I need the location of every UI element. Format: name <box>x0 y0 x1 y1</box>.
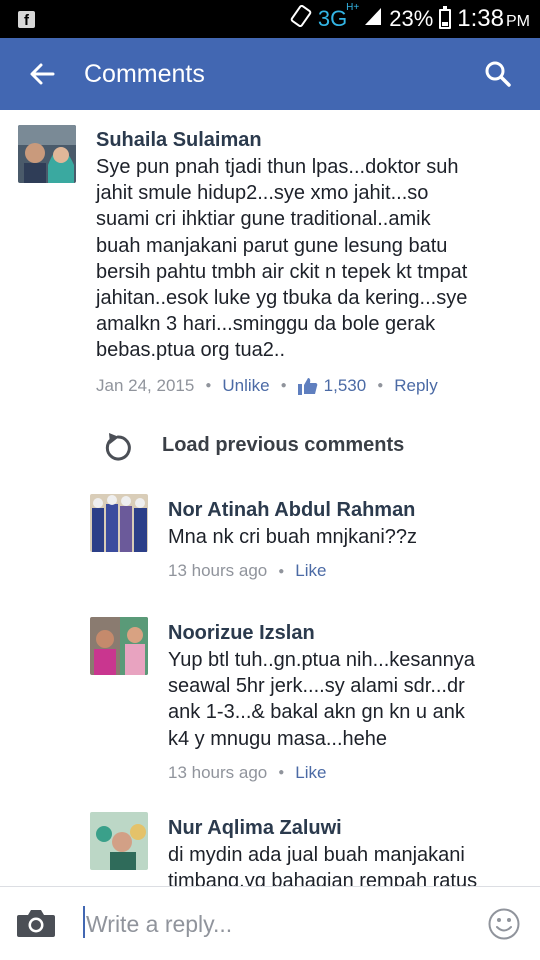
text-line: jahit smule hidup2...sye xmo jahit...so <box>96 182 429 205</box>
text-line: seawal 5hr jerk....sy alami sdr...dr <box>168 675 465 698</box>
comment-text: Mna nk cri buah mnjkani??z <box>168 524 528 550</box>
battery-icon <box>439 6 452 29</box>
comment-meta: Jan 24, 2015 ● Unlike ● 1,530 ● Reply <box>96 376 526 396</box>
separator-dot: ● <box>278 565 285 577</box>
comment-meta: 13 hours ago ● Like <box>168 561 528 581</box>
text-line: Mna nk cri buah mnjkani??z <box>168 526 418 548</box>
smiley-icon <box>488 908 520 940</box>
comment-body: Nur Aqlima Zaluwi di mydin ada jual buah… <box>168 815 528 886</box>
text-line: Sye pun pnah tjadi thun lpas...doktor su… <box>96 156 459 178</box>
separator-dot: ● <box>377 380 384 392</box>
like-count-value: 1,530 <box>323 375 367 395</box>
thumbs-up-icon <box>297 377 317 395</box>
back-button[interactable] <box>0 38 84 110</box>
timestamp: 13 hours ago <box>168 762 268 782</box>
reply-bar <box>0 886 540 960</box>
text-line: jahitan..esok luke yg tbuka da kering...… <box>96 287 468 310</box>
status-bar: f 3G H+ 23% 1:38 PM <box>0 0 540 38</box>
text-line: bebas.ptua org tua2.. <box>96 339 286 362</box>
comment-body: Suhaila Sulaiman Sye pun pnah tjadi thun… <box>96 127 526 396</box>
network-type: 3G H+ <box>317 2 360 31</box>
text-line: suami cri ihktiar gune traditional..amik <box>96 208 431 231</box>
refresh-icon <box>105 433 131 461</box>
app-bar: Comments <box>0 38 540 110</box>
text-line: di mydin ada jual buah manjakani <box>168 844 465 866</box>
timestamp: 13 hours ago <box>168 561 268 581</box>
status-right: 3G H+ 23% 1:38 PM <box>290 2 530 33</box>
comment-text: di mydin ada jual buah manjakani timbang… <box>168 842 528 886</box>
avatar[interactable] <box>90 812 148 870</box>
separator-dot: ● <box>280 380 287 392</box>
like-button[interactable]: Like <box>295 561 326 581</box>
comment-text: Yup btl tuh..gn.ptua nih...kesannya seaw… <box>168 647 528 752</box>
comment-body: Nor Atinah Abdul Rahman Mna nk cri buah … <box>168 497 528 581</box>
text-line: k4 y mnugu masa...hehe <box>168 727 388 750</box>
comments-list: Suhaila Sulaiman Sye pun pnah tjadi thun… <box>0 110 540 886</box>
camera-button[interactable] <box>16 907 56 944</box>
commenter-name[interactable]: Nur Aqlima Zaluwi <box>168 815 528 841</box>
emoji-button[interactable] <box>487 907 521 946</box>
avatar[interactable] <box>18 125 76 183</box>
avatar[interactable] <box>90 617 148 675</box>
camera-icon <box>17 910 55 937</box>
like-count[interactable]: 1,530 <box>297 375 367 396</box>
arrow-left-icon <box>30 63 55 85</box>
commenter-name[interactable]: Noorizue Izslan <box>168 620 528 646</box>
text-line: Yup btl tuh..gn.ptua nih...kesannya <box>168 649 475 671</box>
separator-dot: ● <box>205 380 212 392</box>
text-line: amalkn 3 hari...sminggu da bole gerak <box>96 313 436 336</box>
clock: 1:38 PM <box>457 5 530 32</box>
timestamp: Jan 24, 2015 <box>96 375 195 395</box>
network-sup: H+ <box>346 2 360 13</box>
unlike-button[interactable]: Unlike <box>222 376 269 396</box>
commenter-name[interactable]: Suhaila Sulaiman <box>96 127 526 153</box>
comment-meta: 13 hours ago ● Like <box>168 763 528 783</box>
text-line: ank 1-3...& bakal akn gn kn u ank <box>168 701 465 724</box>
text-line: buah manjakani parut gune lesung batu <box>96 234 448 257</box>
text-line: bersih pahtu tmbh air ckit n tepek kt tm… <box>96 260 468 283</box>
signal-icon <box>363 5 383 33</box>
rotation-lock-icon <box>290 4 312 33</box>
facebook-notification-icon: f <box>18 10 35 29</box>
load-previous-label: Load previous comments <box>162 434 405 456</box>
comment-text: Sye pun pnah tjadi thun lpas...doktor su… <box>96 154 526 364</box>
status-left: f <box>18 10 35 29</box>
text-line: timbang.yg bahagian rempah ratus <box>168 870 478 886</box>
like-button[interactable]: Like <box>295 763 326 783</box>
reply-button[interactable]: Reply <box>394 376 437 396</box>
commenter-name[interactable]: Nor Atinah Abdul Rahman <box>168 497 528 523</box>
search-button[interactable] <box>456 38 540 110</box>
separator-dot: ● <box>278 767 285 779</box>
page-title: Comments <box>84 59 205 88</box>
load-previous-comments[interactable]: Load previous comments <box>0 426 540 466</box>
search-icon <box>485 61 511 87</box>
reply-input[interactable] <box>84 905 466 943</box>
battery-percent: 23% <box>389 6 434 31</box>
avatar[interactable] <box>90 494 148 552</box>
comment-body: Noorizue Izslan Yup btl tuh..gn.ptua nih… <box>168 620 528 783</box>
